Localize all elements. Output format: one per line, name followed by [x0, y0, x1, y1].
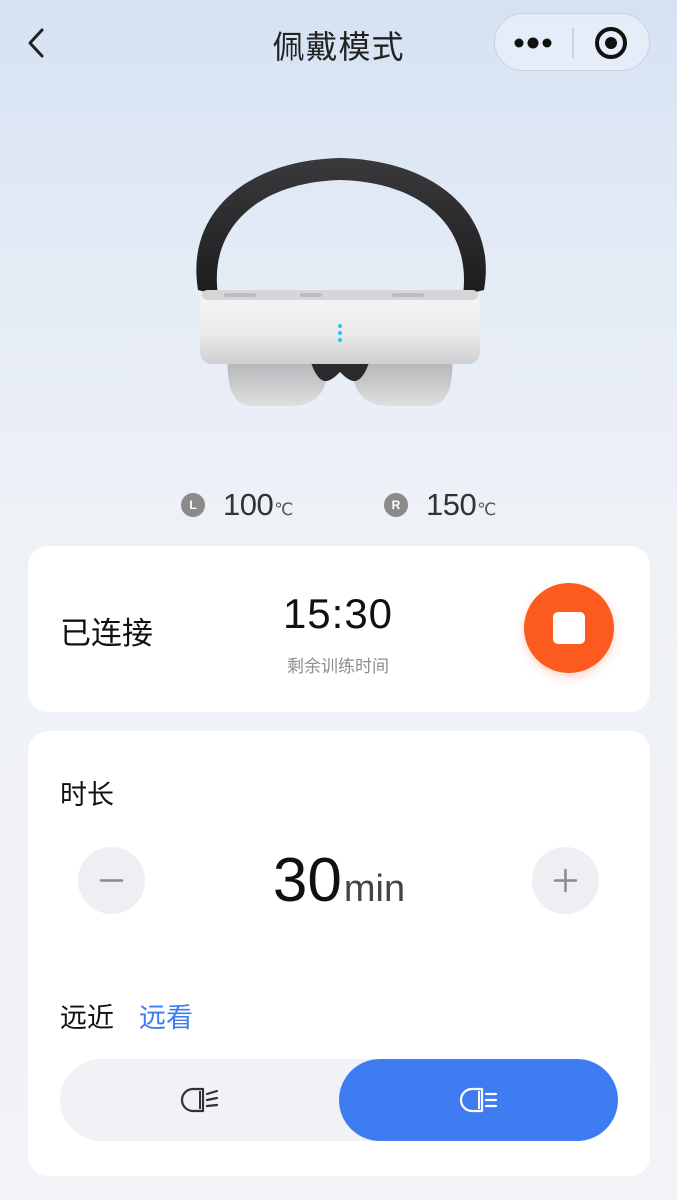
distance-label: 远近: [60, 1003, 114, 1034]
far-mode-option[interactable]: [339, 1059, 618, 1141]
close-mini-program-button[interactable]: [573, 14, 650, 72]
left-temperature-value: 100: [223, 487, 274, 522]
settings-card: 时长 30min 远近 远看: [28, 731, 650, 1176]
remaining-time-caption: 剩余训练时间: [287, 657, 389, 677]
duration-display: 30min: [178, 845, 500, 916]
target-icon: [595, 27, 627, 59]
near-beam-icon: [180, 1087, 218, 1113]
more-button[interactable]: [495, 14, 572, 72]
right-badge: R: [384, 493, 408, 517]
connection-status: 已连接: [60, 616, 153, 652]
duration-unit: min: [343, 868, 406, 910]
right-temperature-value: 150: [426, 487, 477, 522]
right-temperature: R 150 ℃: [384, 480, 496, 530]
remaining-time: 15:30: [282, 590, 394, 637]
vr-headset-image: [196, 158, 486, 406]
left-temperature-unit: ℃: [274, 500, 294, 520]
duration-value: 30: [272, 846, 342, 915]
stop-icon: [553, 612, 585, 644]
stop-button[interactable]: [524, 583, 614, 673]
far-beam-icon: [459, 1087, 497, 1113]
mini-program-capsule: [494, 13, 650, 71]
near-mode-option[interactable]: [60, 1059, 339, 1141]
plus-icon: [553, 868, 578, 893]
header-bar: 佩戴模式: [0, 0, 677, 88]
right-temperature-unit: ℃: [477, 500, 497, 520]
temperature-row: L 100 ℃ R 150 ℃: [0, 480, 677, 530]
more-dots-icon: [514, 37, 552, 49]
distance-mode-toggle: [60, 1059, 618, 1141]
left-temperature: L 100 ℃: [181, 480, 293, 530]
increase-duration-button[interactable]: [532, 847, 599, 914]
status-card: 已连接 15:30 剩余训练时间: [28, 546, 650, 712]
left-badge: L: [181, 493, 205, 517]
distance-mode-value: 远看: [139, 1003, 193, 1034]
minus-icon: [99, 879, 124, 882]
decrease-duration-button[interactable]: [78, 847, 145, 914]
duration-label: 时长: [60, 780, 114, 811]
